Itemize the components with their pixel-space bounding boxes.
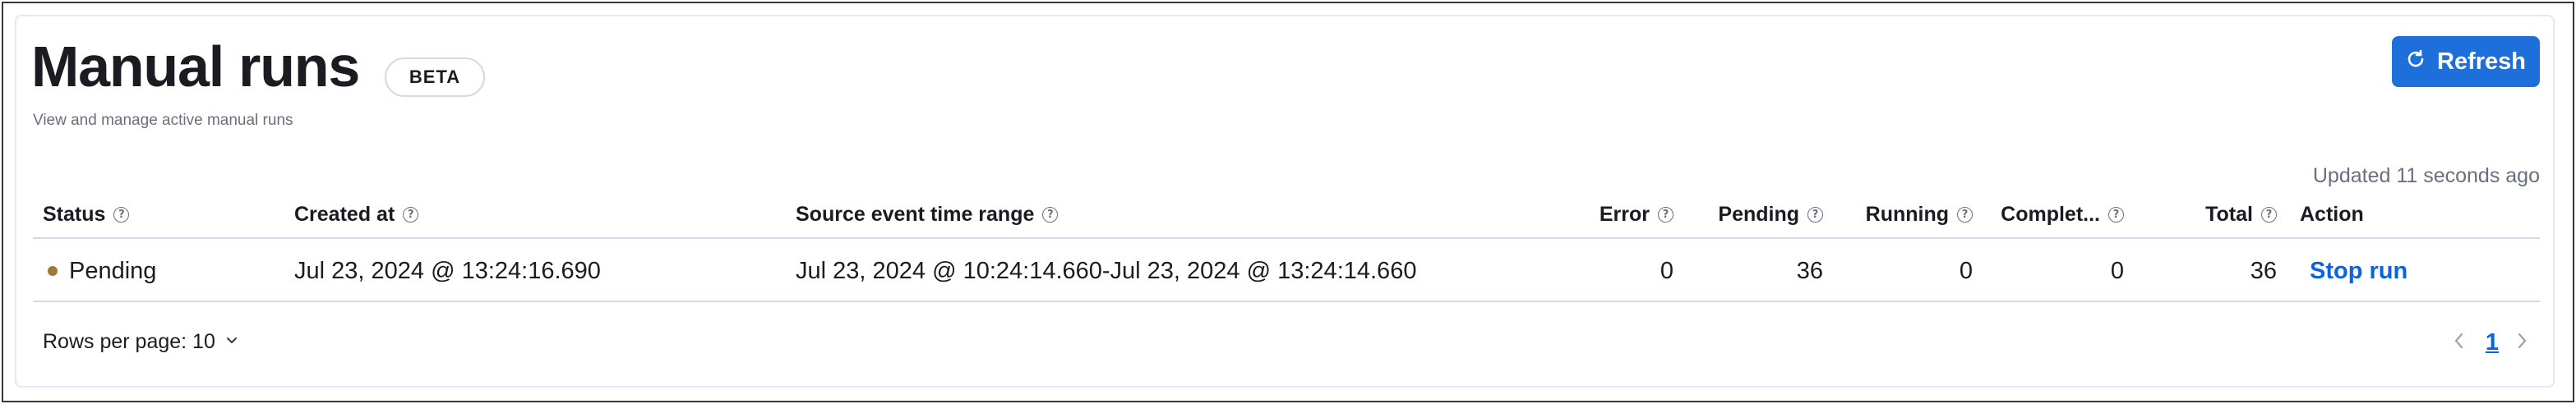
cell-action: Stop run [2310,255,2441,287]
column-label-total: Total [2205,202,2253,226]
column-label-running: Running [1865,202,1949,226]
status-dot-icon [48,266,58,276]
question-circle-icon[interactable]: ? [1042,206,1059,223]
last-updated-text: Updated 11 seconds ago [2312,164,2540,187]
refresh-button[interactable]: Refresh [2392,36,2540,87]
column-header-action: Action [2300,200,2398,228]
question-circle-icon[interactable]: ? [2108,206,2124,223]
question-circle-icon[interactable]: ? [1807,206,1823,223]
cell-source-range: Jul 23, 2024 @ 10:24:14.660-Jul 23, 2024… [796,257,1417,284]
question-circle-icon[interactable]: ? [1957,206,1973,223]
page-subtitle: View and manage active manual runs [33,112,293,129]
question-circle-icon[interactable]: ? [403,206,419,223]
chevron-right-icon [2514,330,2529,356]
question-circle-icon[interactable]: ? [2261,206,2277,223]
column-header-running[interactable]: Running ? [1835,200,1973,228]
cell-status: Pending [48,255,253,287]
page-number-current[interactable]: 1 [2481,327,2504,358]
status-text: Pending [69,257,157,284]
column-label-action: Action [2300,202,2364,226]
previous-page-button[interactable] [2448,328,2471,356]
cell-error: 0 [1660,257,1673,284]
column-header-error[interactable]: Error ? [1545,200,1673,228]
stop-run-link[interactable]: Stop run [2310,258,2407,285]
column-header-created-at[interactable]: Created at ? [294,200,434,228]
chevron-down-icon [224,330,240,354]
cell-completed: 0 [2110,257,2124,284]
cell-total: 36 [2250,257,2277,284]
rows-per-page-select[interactable]: Rows per page: 10 [43,330,240,354]
column-header-status[interactable]: Status ? [43,200,158,228]
refresh-icon [2406,48,2426,76]
column-label-created-at: Created at [294,202,395,226]
column-label-error: Error [1599,202,1650,226]
cell-created-at: Jul 23, 2024 @ 13:24:16.690 [294,257,601,284]
column-header-completed[interactable]: Complet... ? [1984,200,2124,228]
question-circle-icon[interactable]: ? [1658,206,1673,223]
beta-badge: BETA [385,57,485,97]
cell-running: 0 [1959,257,1973,284]
table-header-divider [33,237,2540,239]
next-page-button[interactable] [2510,328,2533,356]
table-row-divider [33,301,2540,302]
chevron-left-icon [2452,330,2467,356]
column-header-total[interactable]: Total ? [2137,200,2277,228]
column-header-source-range[interactable]: Source event time range ? [796,200,1067,228]
column-label-source-range: Source event time range [796,202,1035,226]
cell-pending: 36 [1796,257,1823,284]
column-label-completed: Complet... [2001,202,2100,226]
question-circle-icon[interactable]: ? [113,206,130,223]
rows-per-page-label: Rows per page: 10 [43,330,215,353]
page-title: Manual runs [31,34,360,99]
column-label-pending: Pending [1718,202,1799,226]
column-header-pending[interactable]: Pending ? [1685,200,1823,228]
refresh-label: Refresh [2437,48,2526,75]
column-label-status: Status [43,202,106,226]
